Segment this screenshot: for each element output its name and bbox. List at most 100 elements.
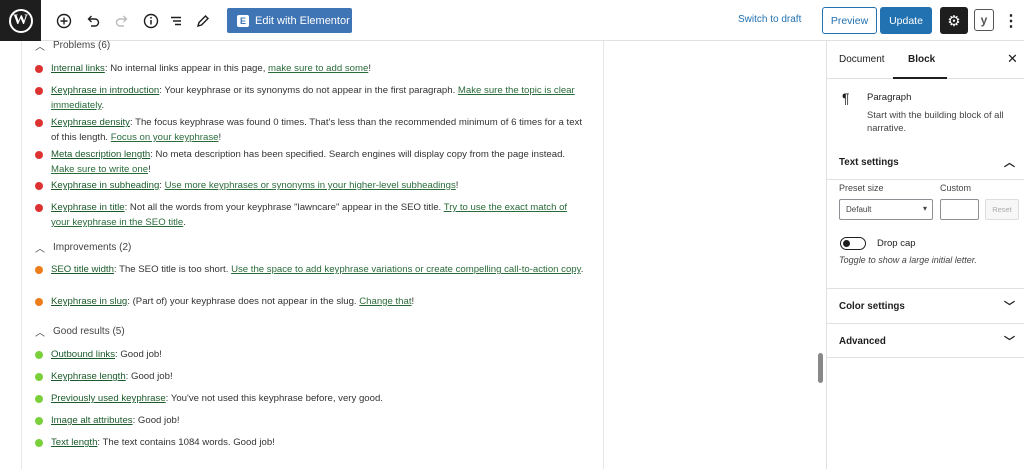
custom-size-label: Custom (940, 183, 972, 193)
good-bullet-icon (35, 372, 43, 381)
edit-with-elementor-label: Edit with Elementor (255, 14, 350, 27)
good-results-section-toggle[interactable]: ︿ Good results (5) (35, 324, 125, 339)
chevron-down-icon: ▾ (922, 204, 927, 213)
list-item: Keyphrase in subheading: Use more keyphr… (35, 178, 585, 193)
gear-icon: ⚙ (947, 12, 961, 30)
preset-size-select[interactable]: Default ▾ (839, 199, 933, 220)
preset-size-value: Default (846, 205, 872, 214)
list-item: Outbound links: Good job! (35, 347, 585, 362)
problems-section-toggle[interactable]: ︿ Problems (6) (35, 38, 110, 53)
assessment-link[interactable]: Keyphrase length (51, 371, 126, 382)
text-settings-title: Text settings (839, 156, 899, 168)
assessment-link[interactable]: Keyphrase in slug (51, 296, 127, 307)
edit-with-elementor-button[interactable]: E Edit with Elementor (227, 8, 352, 33)
drop-cap-toggle[interactable] (840, 237, 866, 250)
problem-bullet-icon (35, 203, 43, 212)
info-icon[interactable] (140, 10, 162, 32)
good-results-section-title: Good results (5) (53, 326, 125, 337)
assessment-link[interactable]: SEO title width (51, 264, 114, 275)
assessment-link[interactable]: Previously used keyphrase (51, 393, 166, 404)
chevron-up-icon: ︿ (35, 42, 45, 53)
list-item: Keyphrase length: Good job! (35, 369, 585, 384)
list-item: Previously used keyphrase: You've not us… (35, 391, 585, 406)
assessment-text: : (Part of) your keyphrase does not appe… (127, 296, 360, 307)
list-item: Meta description length: No meta descrip… (35, 147, 585, 177)
divider (827, 357, 1024, 358)
assessment-text: : You've not used this keyphrase before,… (165, 393, 383, 404)
advanced-title: Advanced (839, 335, 886, 347)
chevron-up-icon: ︿ (35, 328, 45, 339)
sidebar-tabs: Document Block ✕ (827, 41, 1024, 79)
assessment-link[interactable]: Meta description length (51, 149, 150, 160)
assessment-text: : No internal links appear in this page, (104, 63, 269, 74)
yoast-icon: y (980, 13, 988, 27)
chevron-up-icon: ︿ (35, 244, 45, 255)
assessment-tail: ! (218, 132, 222, 143)
settings-sidebar: Document Block ✕ ¶ Paragraph Start with … (826, 41, 1024, 469)
assessment-action-link[interactable]: Make sure to write one (51, 164, 148, 175)
update-button[interactable]: Update (880, 7, 932, 34)
drop-cap-label: Drop cap (877, 238, 916, 249)
assessment-link[interactable]: Keyphrase in introduction (51, 85, 159, 96)
assessment-action-link[interactable]: Use the space to add keyphrase variation… (231, 264, 581, 275)
settings-button[interactable]: ⚙ (940, 7, 968, 34)
wordpress-logo-button[interactable]: W (0, 0, 41, 41)
list-view-icon[interactable] (165, 10, 187, 32)
yoast-button[interactable]: y (974, 9, 994, 31)
list-item: Keyphrase in introduction: Your keyphras… (35, 83, 585, 113)
assessment-link[interactable]: Keyphrase in subheading (51, 180, 159, 191)
good-bullet-icon (35, 416, 43, 425)
reset-button[interactable]: Reset (985, 199, 1019, 220)
assessment-link[interactable]: Keyphrase density (51, 117, 130, 128)
tab-block[interactable]: Block (908, 54, 935, 65)
assessment-action-link[interactable]: make sure to add some (268, 63, 368, 74)
improvements-section-title: Improvements (2) (53, 242, 132, 253)
chevron-down-icon: ﹀ (1004, 301, 1015, 313)
improvements-section-toggle[interactable]: ︿ Improvements (2) (35, 240, 131, 255)
improvement-bullet-icon (35, 297, 43, 306)
chevron-up-icon: ︿ (1004, 157, 1015, 169)
toggle-knob (843, 239, 850, 247)
assessment-tail: ! (368, 63, 371, 74)
content-left-border (21, 41, 22, 469)
list-item: Image alt attributes: Good job! (35, 413, 585, 428)
problems-section-title: Problems (6) (53, 40, 111, 51)
good-bullet-icon (35, 438, 43, 447)
add-block-icon[interactable] (53, 10, 75, 32)
assessment-action-link[interactable]: Use more keyphrases or synonyms in your … (165, 180, 456, 191)
assessment-link[interactable]: Image alt attributes (51, 415, 133, 426)
list-item: Text length: The text contains 1084 word… (35, 435, 585, 450)
color-settings-toggle[interactable]: Color settings ﹀ (827, 289, 1024, 323)
assessment-text: : Good job! (132, 415, 180, 426)
assessment-tail: ! (455, 180, 459, 191)
assessment-tail: ! (148, 164, 151, 175)
assessment-link[interactable]: Keyphrase in title (51, 202, 125, 213)
block-title: Paragraph (867, 92, 912, 103)
advanced-toggle[interactable]: Advanced ﹀ (827, 324, 1024, 358)
edit-pencil-icon[interactable] (192, 10, 214, 32)
problem-bullet-icon (35, 150, 43, 159)
preview-button[interactable]: Preview (822, 7, 877, 34)
scrollbar-thumb[interactable] (818, 353, 823, 383)
assessment-text: : Not all the words from your keyphrase … (124, 202, 444, 213)
tab-document[interactable]: Document (839, 54, 885, 65)
close-icon[interactable]: ✕ (1007, 51, 1018, 67)
assessment-action-link[interactable]: Change that (359, 296, 411, 307)
assessment-link[interactable]: Text length (51, 437, 97, 448)
assessment-text: : No meta description has been specified… (150, 149, 566, 160)
text-settings-toggle[interactable]: Text settings ︿ (827, 145, 1024, 179)
more-options-icon[interactable]: ⋮ (1003, 10, 1019, 32)
custom-size-input[interactable] (940, 199, 979, 220)
redo-icon[interactable] (111, 10, 133, 32)
assessment-text: : The SEO title is too short. (113, 264, 232, 275)
switch-to-draft-button[interactable]: Switch to draft (738, 14, 801, 25)
assessment-text: : Good job! (125, 371, 173, 382)
assessment-link[interactable]: Outbound links (51, 349, 115, 360)
undo-icon[interactable] (82, 10, 104, 32)
content-right-border (603, 41, 604, 469)
assessment-action-link[interactable]: Focus on your keyphrase (111, 132, 219, 143)
problem-bullet-icon (35, 181, 43, 190)
assessment-link[interactable]: Internal links (51, 63, 105, 74)
paragraph-icon: ¶ (842, 90, 850, 106)
elementor-icon: E (237, 14, 249, 27)
